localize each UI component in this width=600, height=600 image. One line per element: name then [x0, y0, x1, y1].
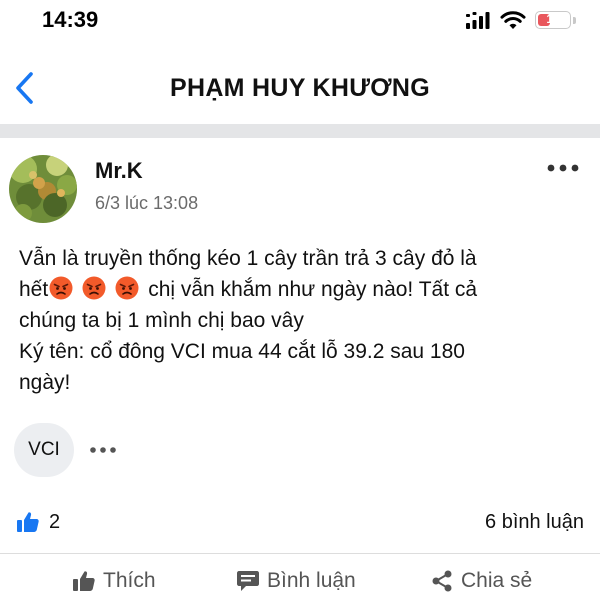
post-line-prefix: hết	[19, 278, 49, 301]
battery-icon: 14	[535, 11, 571, 29]
share-icon	[432, 570, 452, 592]
nav-bar: PHẠM HUY KHƯƠNG	[0, 52, 600, 122]
status-time: 14:39	[42, 7, 99, 32]
comment-icon	[237, 571, 259, 591]
page-title: PHẠM HUY KHƯƠNG	[169, 74, 430, 102]
share-button[interactable]: Chia sẻ	[430, 569, 532, 593]
post-line: Vẫn là truyền thống kéo 1 cây trần trả 3…	[19, 247, 477, 270]
more-options-icon[interactable]	[545, 158, 581, 178]
comment-count[interactable]: 6 bình luận	[485, 511, 584, 534]
post-body: Vẫn là truyền thống kéo 1 cây trần trả 3…	[19, 243, 589, 398]
share-button-label: Chia sẻ	[461, 569, 533, 592]
like-button[interactable]: Thích	[72, 569, 156, 593]
section-divider	[0, 124, 600, 138]
status-icons: 14	[465, 10, 576, 30]
like-count: 2	[49, 510, 61, 533]
battery-level: 14	[546, 12, 560, 26]
like-button-label: Thích	[103, 569, 156, 592]
wifi-icon	[500, 11, 526, 29]
comment-button-label: Bình luận	[267, 569, 356, 592]
signal-icon	[466, 12, 490, 29]
more-tags-icon[interactable]	[88, 441, 118, 459]
post-timestamp: 6/3 lúc 13:08	[95, 193, 199, 213]
post-line: chúng ta bị 1 mình chị bao vây	[19, 309, 304, 332]
angry-face-icon	[82, 276, 106, 300]
post-line: ngày!	[19, 371, 71, 394]
battery-tip	[573, 16, 576, 24]
status-bar: 14:39 14	[0, 0, 600, 44]
angry-face-icon	[49, 276, 73, 300]
angry-face-icon	[115, 276, 139, 300]
tag-chip[interactable]: VCI	[14, 423, 74, 477]
like-summary[interactable]: 2	[16, 510, 60, 534]
actions-divider	[0, 553, 600, 554]
post-line: Ký tên: cổ đông VCI mua 44 cắt lỗ 39.2 s…	[19, 340, 465, 363]
thumbs-up-icon	[73, 571, 95, 591]
post-author[interactable]: Mr.K	[95, 158, 143, 184]
post-line-rest: chị vẫn khắm như ngày nào! Tất cả	[148, 278, 478, 301]
thumbs-up-icon	[17, 512, 39, 532]
avatar[interactable]	[9, 155, 77, 223]
post-line: hết chị vẫn khắm như ngày nào! Tất cả	[19, 274, 589, 305]
comment-button[interactable]: Bình luận	[236, 569, 356, 593]
